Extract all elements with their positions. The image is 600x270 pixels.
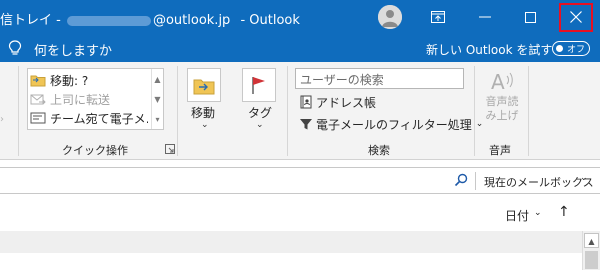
find-group-label: 検索 <box>368 144 390 157</box>
tags-label: タグ <box>248 106 273 120</box>
filter-funnel-icon <box>298 116 314 132</box>
sort-by-button[interactable]: 日付 <box>505 207 529 224</box>
toggle-state: オフ <box>567 45 586 55</box>
close-icon <box>570 11 582 23</box>
read-aloud-icon: A <box>491 70 513 94</box>
move-label: 移動 <box>191 106 216 120</box>
quick-step-forward-label: 上司に転送 <box>50 92 111 107</box>
folder-move-icon <box>30 73 46 87</box>
ribbon-display-options-button[interactable] <box>415 0 461 34</box>
search-people-input[interactable]: ユーザーの検索 <box>295 68 464 89</box>
try-new-outlook-label: 新しい Outlook を試す <box>426 43 553 57</box>
close-button[interactable] <box>553 0 599 34</box>
expand-gallery-icon[interactable]: ▾ <box>152 109 163 129</box>
chevron-down-icon[interactable]: ⌄ <box>580 173 588 183</box>
chevron-down-icon[interactable]: ⌄ <box>534 208 542 218</box>
toggle-knob <box>556 45 563 52</box>
tell-me-bar: 何をしますか 新しい Outlook を試す オフ <box>0 34 600 62</box>
chevron-down-icon: ⌄ <box>201 120 209 130</box>
ribbon-display-icon <box>431 11 445 23</box>
new-outlook-toggle[interactable]: オフ <box>552 41 590 56</box>
message-list-group-header <box>0 231 582 253</box>
filter-email-button[interactable]: 電子メールのフィルター処理 ⌄ <box>298 115 483 133</box>
read-aloud-button[interactable]: A 音声読 み上げ <box>480 70 524 123</box>
ribbon-overflow-chevron: › <box>0 114 4 125</box>
group-divider <box>177 66 178 156</box>
move-folder-icon <box>193 79 215 95</box>
quick-step-forward-manager[interactable]: 上司に転送 <box>30 90 148 108</box>
speech-group-label: 音声 <box>489 144 511 157</box>
outlook-window: 信トレイ - @outlook.jp - Outlook 何をしますか 新しい … <box>0 0 600 270</box>
message-list-scrollbar[interactable]: ▲ <box>582 231 600 270</box>
minimize-icon <box>479 16 491 18</box>
search-divider <box>475 172 476 190</box>
title-folder: 信トレイ - <box>0 13 61 28</box>
scroll-down-icon[interactable]: ▼ <box>152 89 163 109</box>
group-divider <box>287 66 288 156</box>
quick-step-move[interactable]: 移動: ? <box>30 71 148 89</box>
redacted-email <box>66 15 151 26</box>
group-divider <box>528 66 529 156</box>
address-book-label: アドレス帳 <box>316 95 377 110</box>
group-divider <box>474 66 475 156</box>
quick-steps-gallery: 移動: ? 上司に転送 チーム宛て電子メ… ▲ ▼ ▾ <box>27 68 164 130</box>
search-scope-dropdown[interactable]: 現在のメールボックス <box>484 174 594 190</box>
read-aloud-label-2: み上げ <box>485 109 519 122</box>
team-mail-icon <box>30 111 46 125</box>
quick-step-move-label: 移動: ? <box>50 73 89 88</box>
scroll-up-icon[interactable]: ▲ <box>152 69 163 89</box>
svg-text:A: A <box>491 70 505 92</box>
move-button[interactable] <box>187 68 221 102</box>
quick-steps-scroller: ▲ ▼ ▾ <box>151 69 163 129</box>
minimize-button[interactable] <box>462 0 508 34</box>
search-icon[interactable] <box>454 173 468 187</box>
flag-icon <box>252 77 265 94</box>
read-aloud-label-1: 音声読 <box>485 95 519 108</box>
dialog-launcher-icon[interactable] <box>165 144 175 154</box>
ribbon: › 移動: ? 上司に転送 チーム宛て電子メ… ▲ ▼ ▾ クイック操作 移動 … <box>0 62 600 160</box>
person-icon <box>378 5 402 29</box>
chevron-down-icon: ⌄ <box>256 120 264 130</box>
sort-bar: 日付 ⌄ ↑ <box>0 196 600 230</box>
title-bar: 信トレイ - @outlook.jp - Outlook <box>0 0 600 34</box>
tags-button[interactable] <box>242 68 276 102</box>
quick-step-team-label: チーム宛て電子メ… <box>50 111 148 126</box>
address-book-icon <box>298 94 314 110</box>
lightbulb-icon <box>8 40 22 55</box>
filter-email-label: 電子メールのフィルター処理 <box>316 117 472 132</box>
tell-me-input[interactable]: 何をしますか <box>34 40 112 59</box>
maximize-icon <box>524 11 536 23</box>
quick-steps-group-label: クイック操作 <box>62 144 128 157</box>
window-title: 信トレイ - @outlook.jp - Outlook <box>0 9 300 28</box>
quick-step-team-email[interactable]: チーム宛て電子メ… <box>30 109 148 127</box>
sort-direction-arrow-icon[interactable]: ↑ <box>558 204 570 220</box>
title-app: - Outlook <box>240 13 300 28</box>
maximize-button[interactable] <box>507 0 553 34</box>
close-highlight <box>559 2 593 32</box>
account-avatar[interactable] <box>378 5 402 29</box>
forward-icon <box>30 92 46 106</box>
scrollbar-thumb[interactable] <box>585 251 598 269</box>
address-book-button[interactable]: アドレス帳 <box>298 93 376 111</box>
mailbox-search-bar[interactable]: 現在のメールボックス ⌄ <box>0 167 600 194</box>
scroll-up-icon[interactable]: ▲ <box>584 233 599 248</box>
group-divider <box>18 66 19 156</box>
title-email-domain: @outlook.jp <box>152 13 231 28</box>
